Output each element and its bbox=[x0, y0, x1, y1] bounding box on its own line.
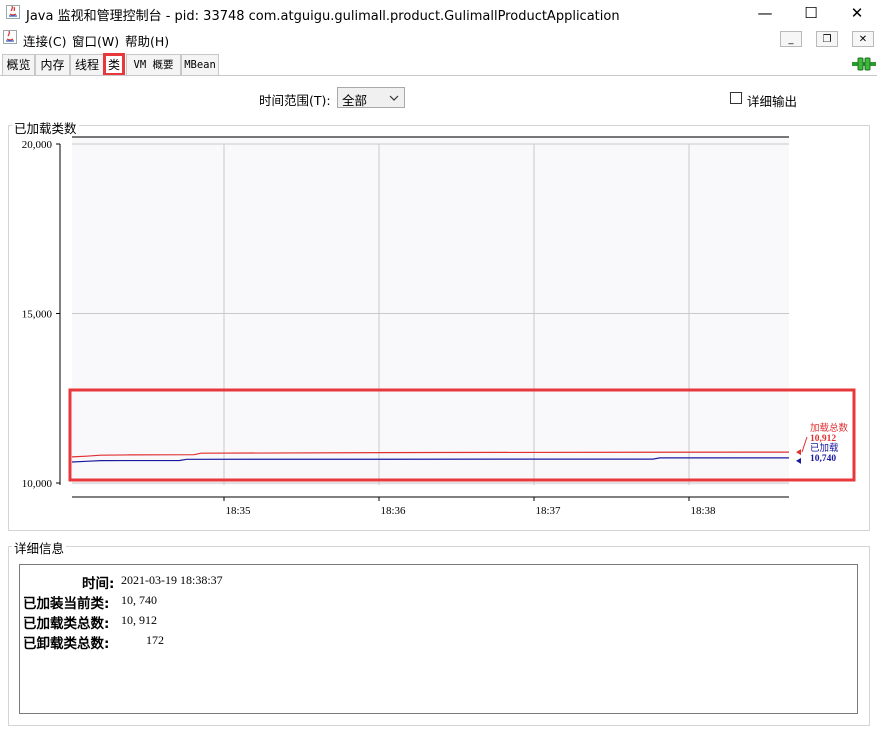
y-tick-label: 10,000 bbox=[22, 478, 53, 490]
chart-legend: 加载总数10,912已加载10,740 bbox=[796, 422, 849, 464]
legend-name-loaded: 已加载 bbox=[810, 442, 839, 454]
x-tick-label: 18:38 bbox=[690, 505, 716, 517]
x-tick-label: 18:37 bbox=[535, 505, 561, 517]
legend-leader-total bbox=[801, 436, 808, 453]
detail-loaded-current-label: 已加装当前类: bbox=[23, 596, 110, 612]
details-title: 详细信息 bbox=[12, 538, 67, 557]
detail-unloaded-total-label: 已卸载类总数: bbox=[23, 636, 110, 652]
plot-area bbox=[72, 138, 789, 485]
class-count-chart: 20,00015,00010,000 18:35 18:36 18:37 18:38 … bbox=[22, 136, 856, 517]
legend-value-total: 10,912 bbox=[810, 434, 836, 444]
detail-time-value: 2021-03-19 18:38:37 bbox=[121, 573, 223, 587]
x-axis-ticks: 18:35 18:36 18:37 18:38 bbox=[223, 497, 716, 517]
legend-marker-total bbox=[796, 449, 801, 456]
y-tick-label: 20,000 bbox=[22, 139, 53, 151]
detail-loaded-total-label: 已加载类总数: bbox=[23, 616, 110, 632]
detail-time-label: 时间: bbox=[82, 576, 115, 592]
x-tick-label: 18:36 bbox=[380, 505, 406, 517]
legend-value-loaded: 10,740 bbox=[810, 454, 836, 464]
detail-unloaded-total-value: 172 bbox=[146, 633, 164, 647]
detail-loaded-total-value: 10, 912 bbox=[121, 613, 157, 627]
detail-loaded-current-value: 10, 740 bbox=[121, 593, 157, 607]
legend-name-total: 加载总数 bbox=[810, 422, 849, 434]
legend-marker-loaded bbox=[796, 457, 801, 464]
x-tick-label: 18:35 bbox=[225, 505, 251, 517]
y-axis-ticks: 20,000 15,000 10,000 bbox=[22, 139, 60, 490]
y-tick-label: 15,000 bbox=[22, 309, 53, 321]
